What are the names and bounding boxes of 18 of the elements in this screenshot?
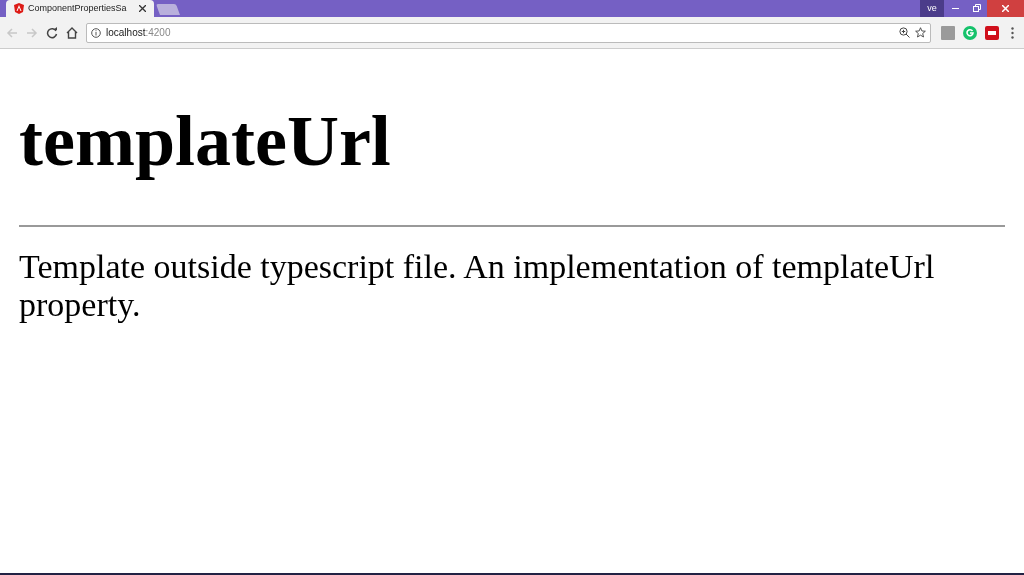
home-icon[interactable] xyxy=(66,26,78,39)
tab-title: ComponentPropertiesSa xyxy=(28,1,128,15)
close-window-button[interactable] xyxy=(987,0,1024,17)
browser-tab[interactable]: ComponentPropertiesSa xyxy=(6,0,154,17)
restore-icon[interactable] xyxy=(973,4,981,12)
zoom-icon[interactable] xyxy=(899,27,910,38)
reload-icon[interactable] xyxy=(46,26,58,39)
extension-icon[interactable] xyxy=(985,25,999,40)
close-icon[interactable] xyxy=(139,5,146,12)
extension-icon[interactable] xyxy=(941,25,955,40)
info-icon xyxy=(91,27,101,38)
star-icon[interactable] xyxy=(915,27,926,38)
shield-icon xyxy=(14,3,24,14)
profile-button[interactable]: ve xyxy=(920,0,944,17)
page-paragraph: Template outside typescript file. An implementation of templateUrl property. xyxy=(19,248,936,324)
address-field[interactable]: localhost:4200 xyxy=(86,22,931,43)
close-icon xyxy=(1002,5,1009,12)
menu-icon[interactable] xyxy=(1011,26,1014,39)
